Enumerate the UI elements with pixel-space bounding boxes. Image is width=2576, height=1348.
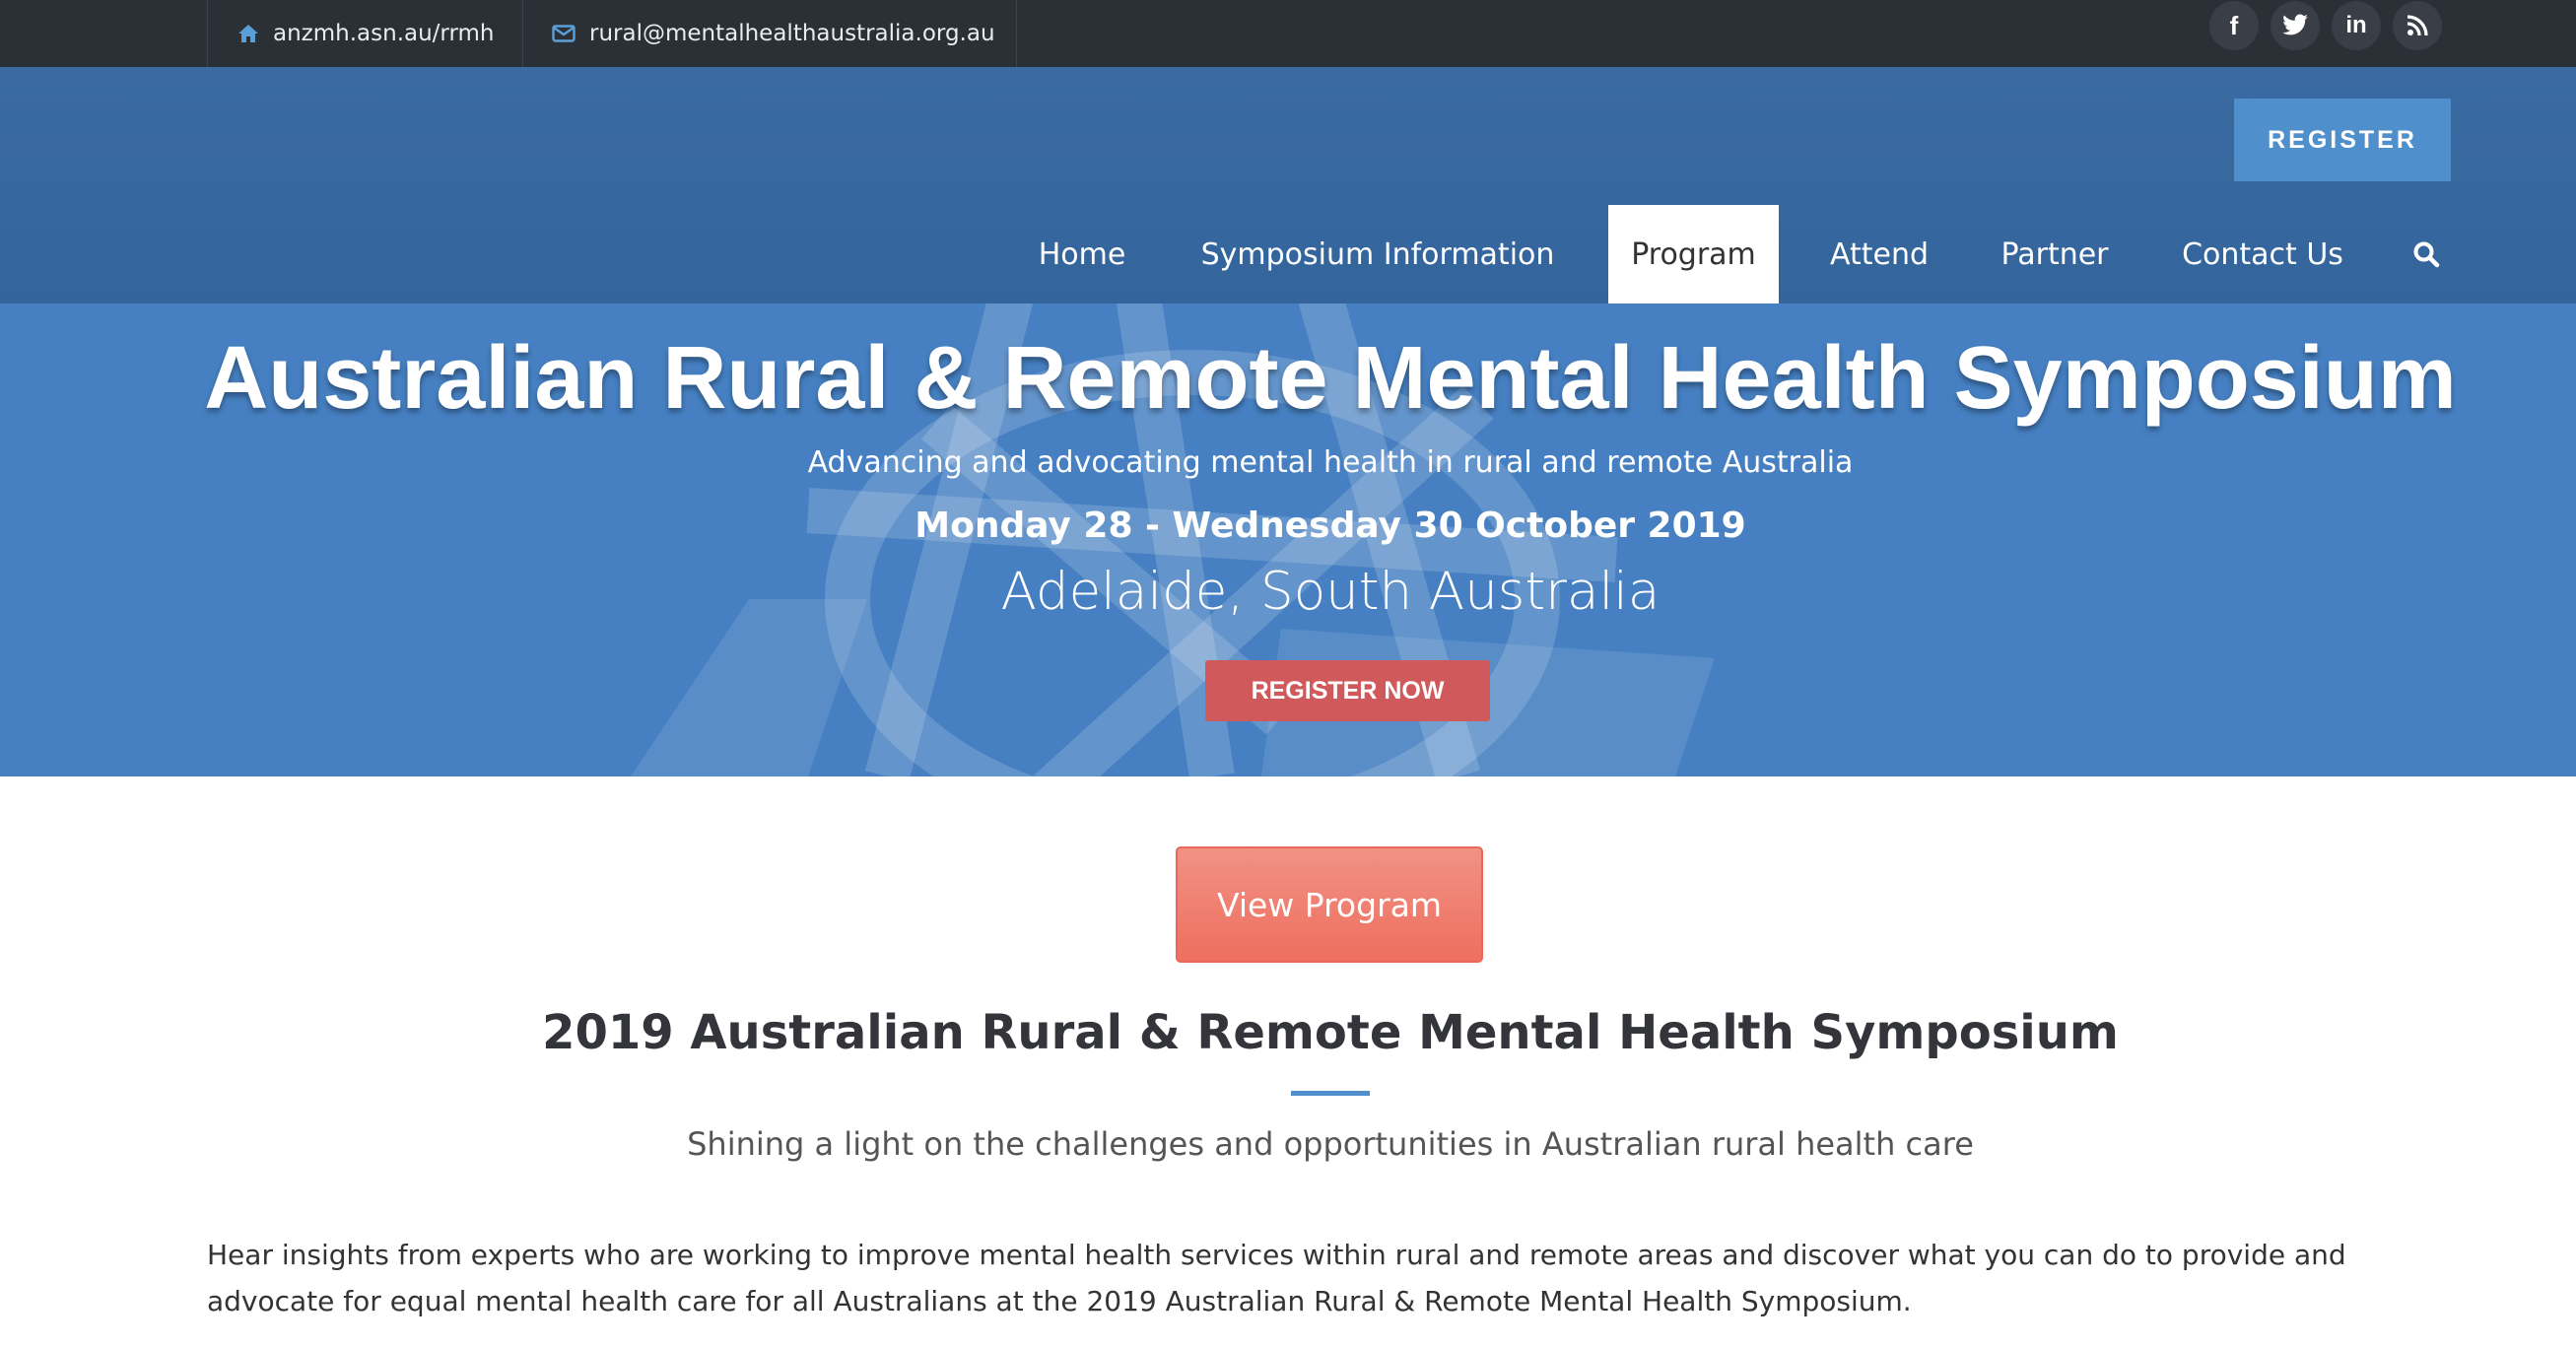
email-link-text: rural@mentalhealthaustralia.org.au <box>589 21 995 46</box>
nav-partner[interactable]: Partner <box>1981 205 2129 303</box>
nav-attend[interactable]: Attend <box>1808 205 1950 303</box>
home-icon <box>237 24 259 43</box>
email-link[interactable]: rural@mentalhealthaustralia.org.au <box>522 0 1017 67</box>
register-now-button[interactable]: REGISTER NOW <box>1205 660 1490 721</box>
title-divider <box>1291 1091 1370 1096</box>
top-contact-bar: anzmh.asn.au/rrmh rural@mentalhealthaust… <box>0 0 2576 67</box>
facebook-icon[interactable]: f <box>2209 1 2259 50</box>
hero-dates: Monday 28 - Wednesday 30 October 2019 <box>915 506 1746 546</box>
page-subtitle: Shining a light on the challenges and op… <box>687 1125 1974 1163</box>
linkedin-icon[interactable]: in <box>2332 1 2381 50</box>
page-title: 2019 Australian Rural & Remote Mental He… <box>542 1005 2119 1060</box>
view-program-button[interactable]: View Program <box>1176 846 1483 963</box>
register-button[interactable]: REGISTER <box>2234 99 2451 181</box>
nav-symposium-information[interactable]: Symposium Information <box>1183 205 1573 303</box>
hero-location: Adelaide, South Australia <box>1000 562 1661 622</box>
intro-paragraph: Hear insights from experts who are worki… <box>207 1239 2346 1317</box>
nav-home[interactable]: Home <box>1015 205 1149 303</box>
hero-title: Australian Rural & Remote Mental Health … <box>204 329 2457 428</box>
envelope-icon <box>552 25 576 42</box>
twitter-icon[interactable] <box>2271 1 2320 50</box>
nav-contact-us[interactable]: Contact Us <box>2160 205 2365 303</box>
rss-icon[interactable] <box>2393 1 2442 50</box>
hero-banner: Australian Rural & Remote Mental Health … <box>0 303 2576 776</box>
site-link-text: anzmh.asn.au/rrmh <box>273 21 495 46</box>
nav-program[interactable]: Program <box>1608 205 1779 303</box>
site-link[interactable]: anzmh.asn.au/rrmh <box>207 0 523 67</box>
search-icon[interactable] <box>2405 205 2448 303</box>
hero-subtitle: Advancing and advocating mental health i… <box>807 445 1854 480</box>
